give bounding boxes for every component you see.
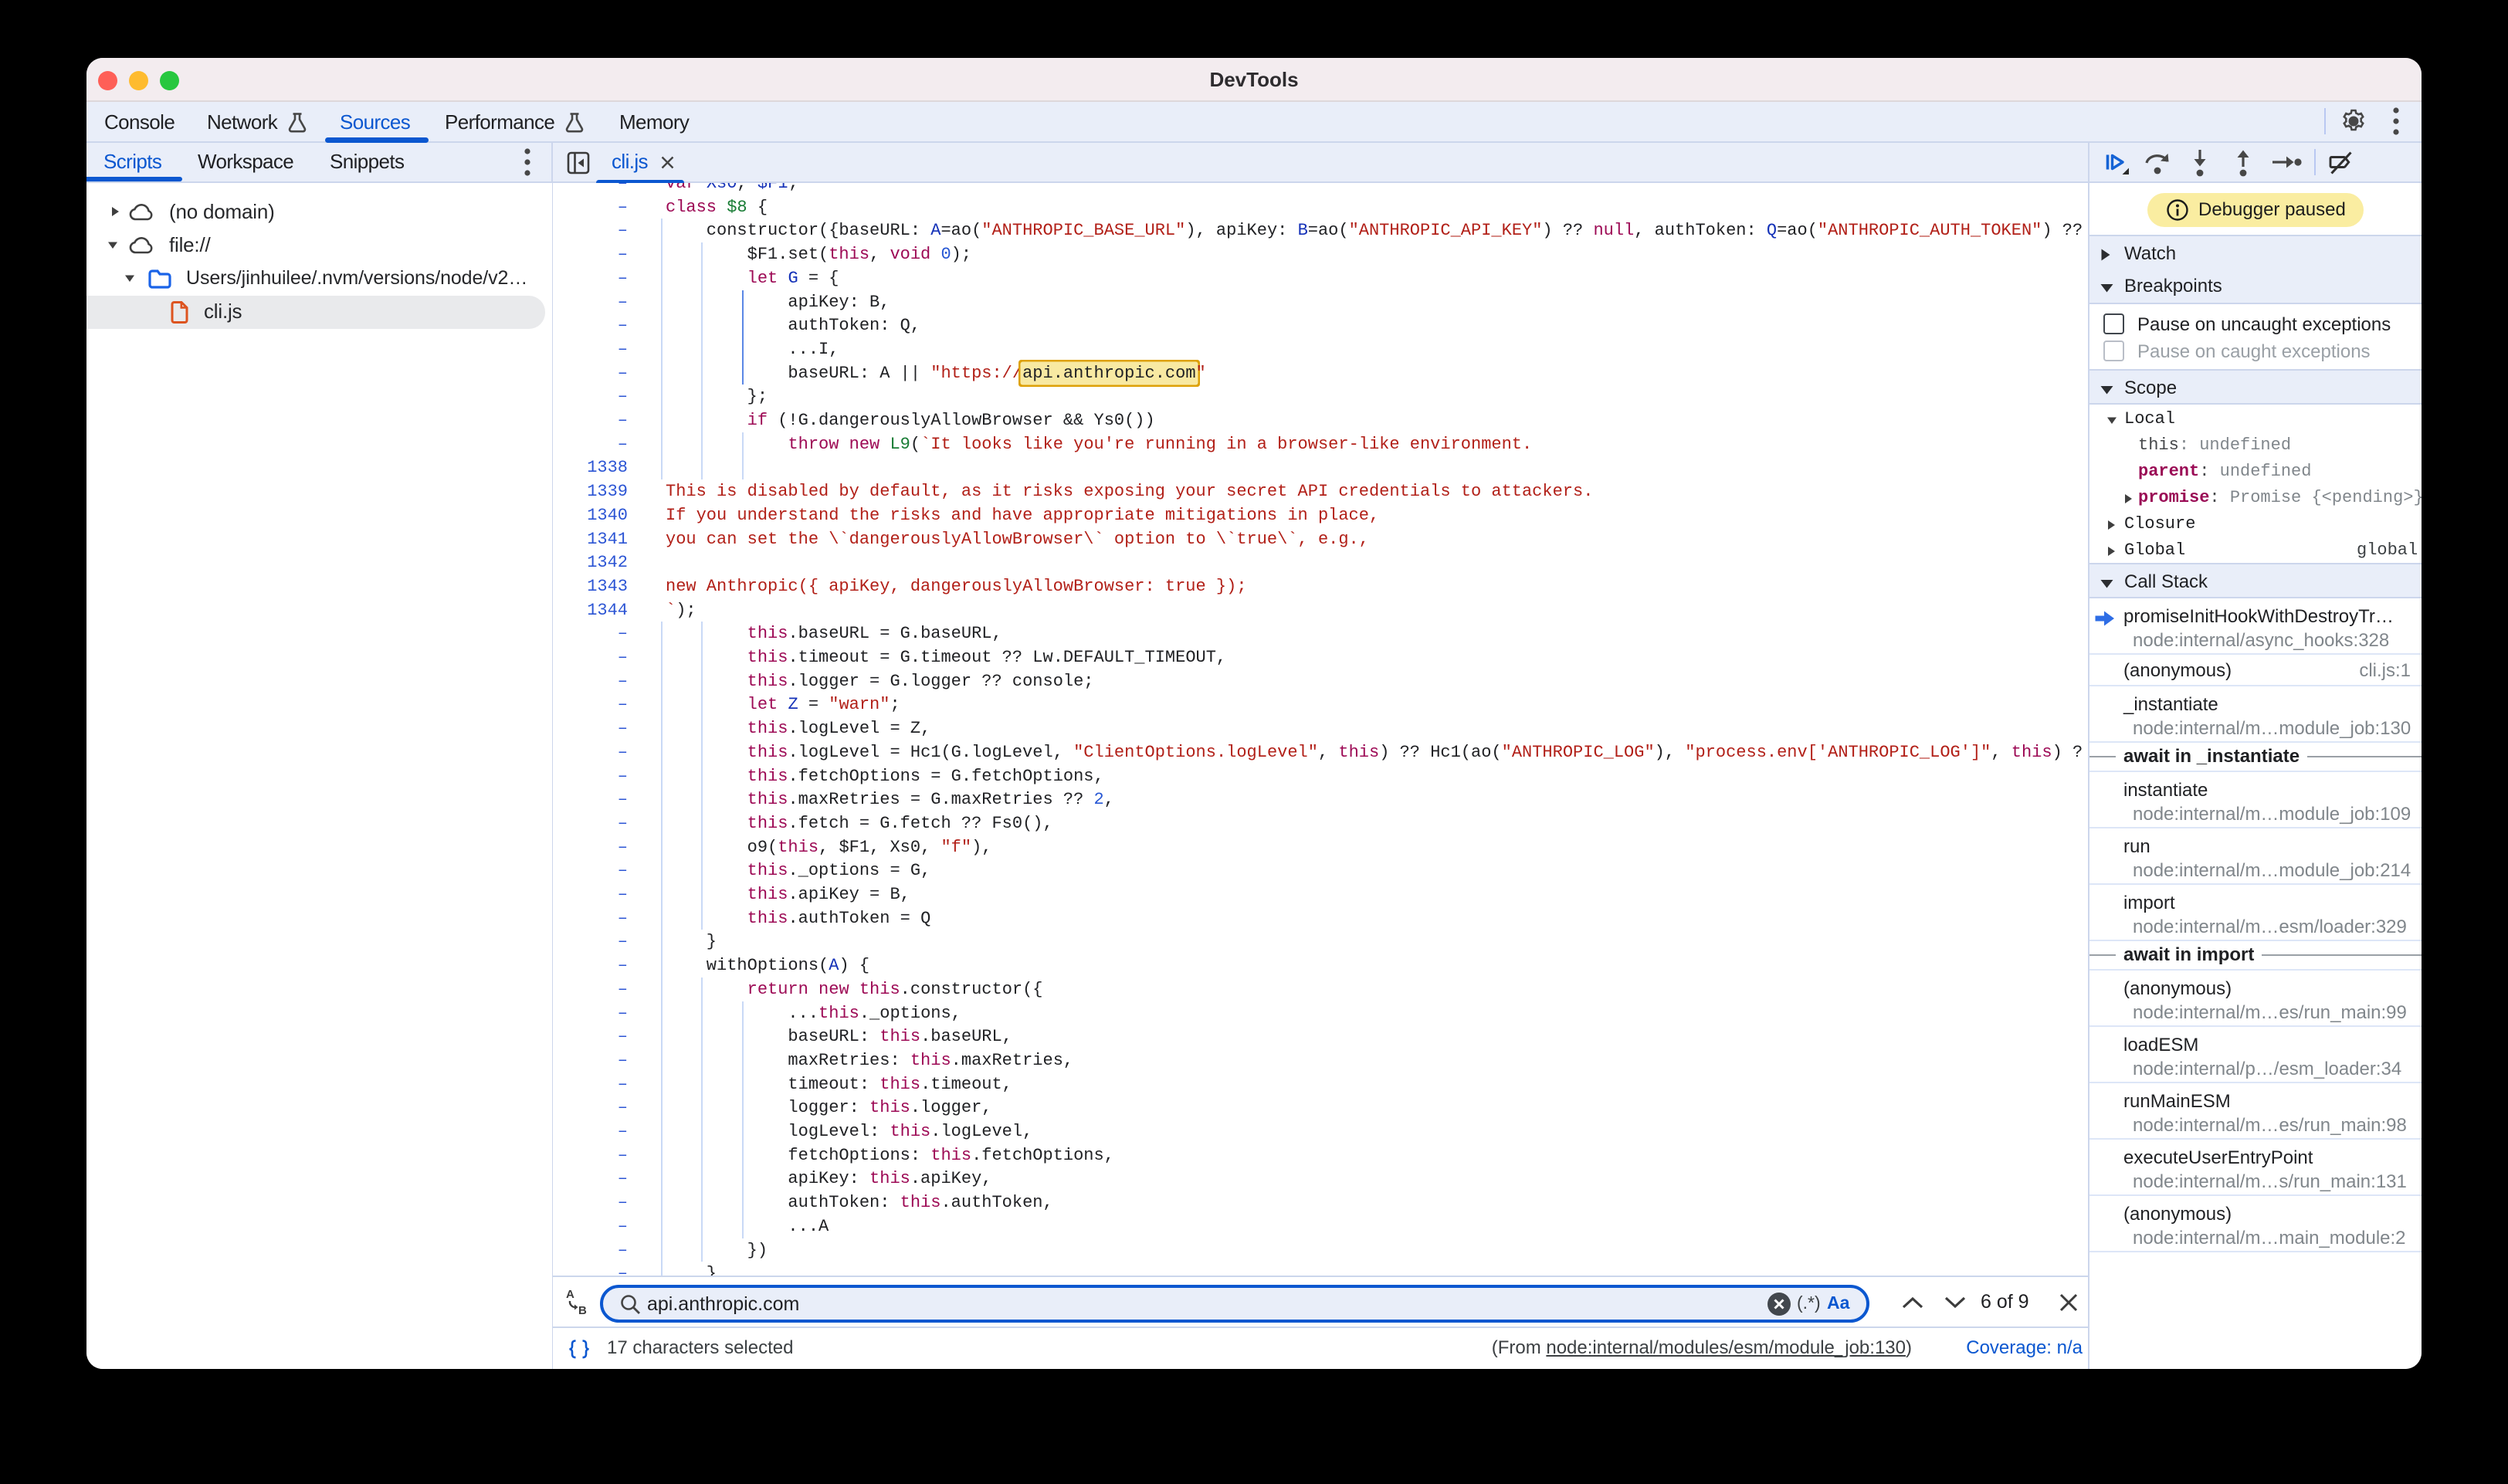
svg-text:B: B: [578, 1304, 587, 1316]
svg-text:A: A: [566, 1288, 574, 1301]
